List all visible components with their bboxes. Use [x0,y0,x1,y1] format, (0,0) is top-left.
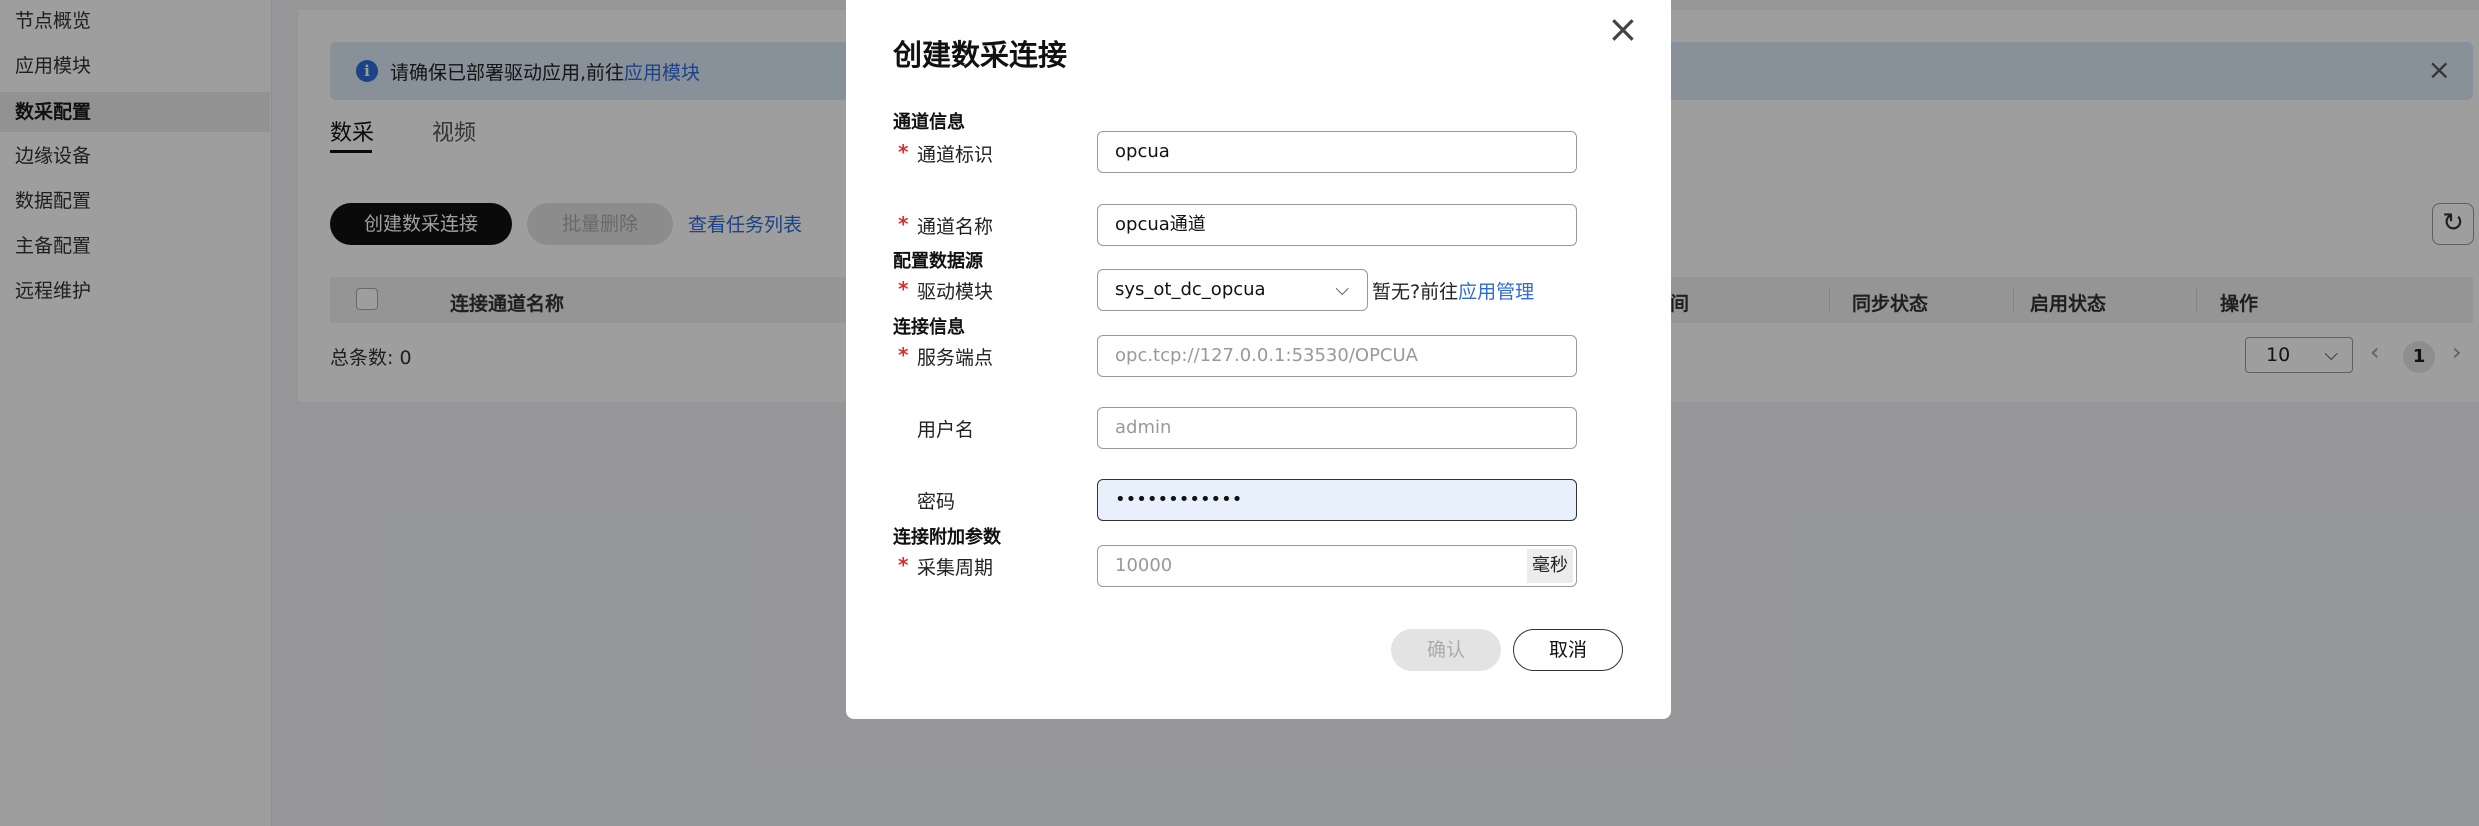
username-input[interactable]: admin [1097,407,1577,449]
username-label: 用户名 [917,419,975,441]
period-unit: 毫秒 [1527,549,1573,583]
create-connection-dialog: 创建数采连接 × 通道信息 * 通道标识 opcua * 通道名称 opcua通… [846,0,1671,719]
driver-value: sys_ot_dc_opcua [1115,279,1266,300]
section-channel-info: 通道信息 [893,112,965,133]
confirm-button[interactable]: 确认 [1391,629,1501,671]
chevron-down-icon: ⌵ [1335,279,1349,300]
section-connection-info: 连接信息 [893,317,965,338]
channel-id-label: 通道标识 [917,144,994,166]
channel-id-input[interactable]: opcua [1097,131,1577,173]
required-mark: * [898,212,909,236]
period-label: 采集周期 [917,557,994,579]
driver-hint-text: 暂无?前往 [1372,281,1459,303]
close-icon[interactable]: × [1607,10,1639,48]
driver-hint: 暂无?前往应用管理 [1372,277,1534,304]
required-mark: * [898,553,909,577]
endpoint-input[interactable]: opc.tcp://127.0.0.1:53530/OPCUA [1097,335,1577,377]
required-mark: * [898,277,909,301]
channel-name-label: 通道名称 [917,216,994,238]
password-label: 密码 [917,491,956,513]
required-mark: * [898,140,909,164]
password-input[interactable]: •••••••••••• [1097,479,1577,521]
driver-select[interactable]: sys_ot_dc_opcua ⌵ [1097,269,1368,311]
period-input[interactable]: 10000 毫秒 [1097,545,1577,587]
required-mark: * [898,343,909,367]
period-placeholder: 10000 [1115,555,1173,576]
section-extra-params: 连接附加参数 [893,527,1001,548]
cancel-button[interactable]: 取消 [1513,629,1623,671]
endpoint-label: 服务端点 [917,347,994,369]
app-management-link[interactable]: 应用管理 [1458,281,1534,303]
driver-label: 驱动模块 [917,281,994,303]
channel-name-input[interactable]: opcua通道 [1097,204,1577,246]
dialog-title: 创建数采连接 [893,38,1068,72]
section-datasource: 配置数据源 [893,251,983,272]
